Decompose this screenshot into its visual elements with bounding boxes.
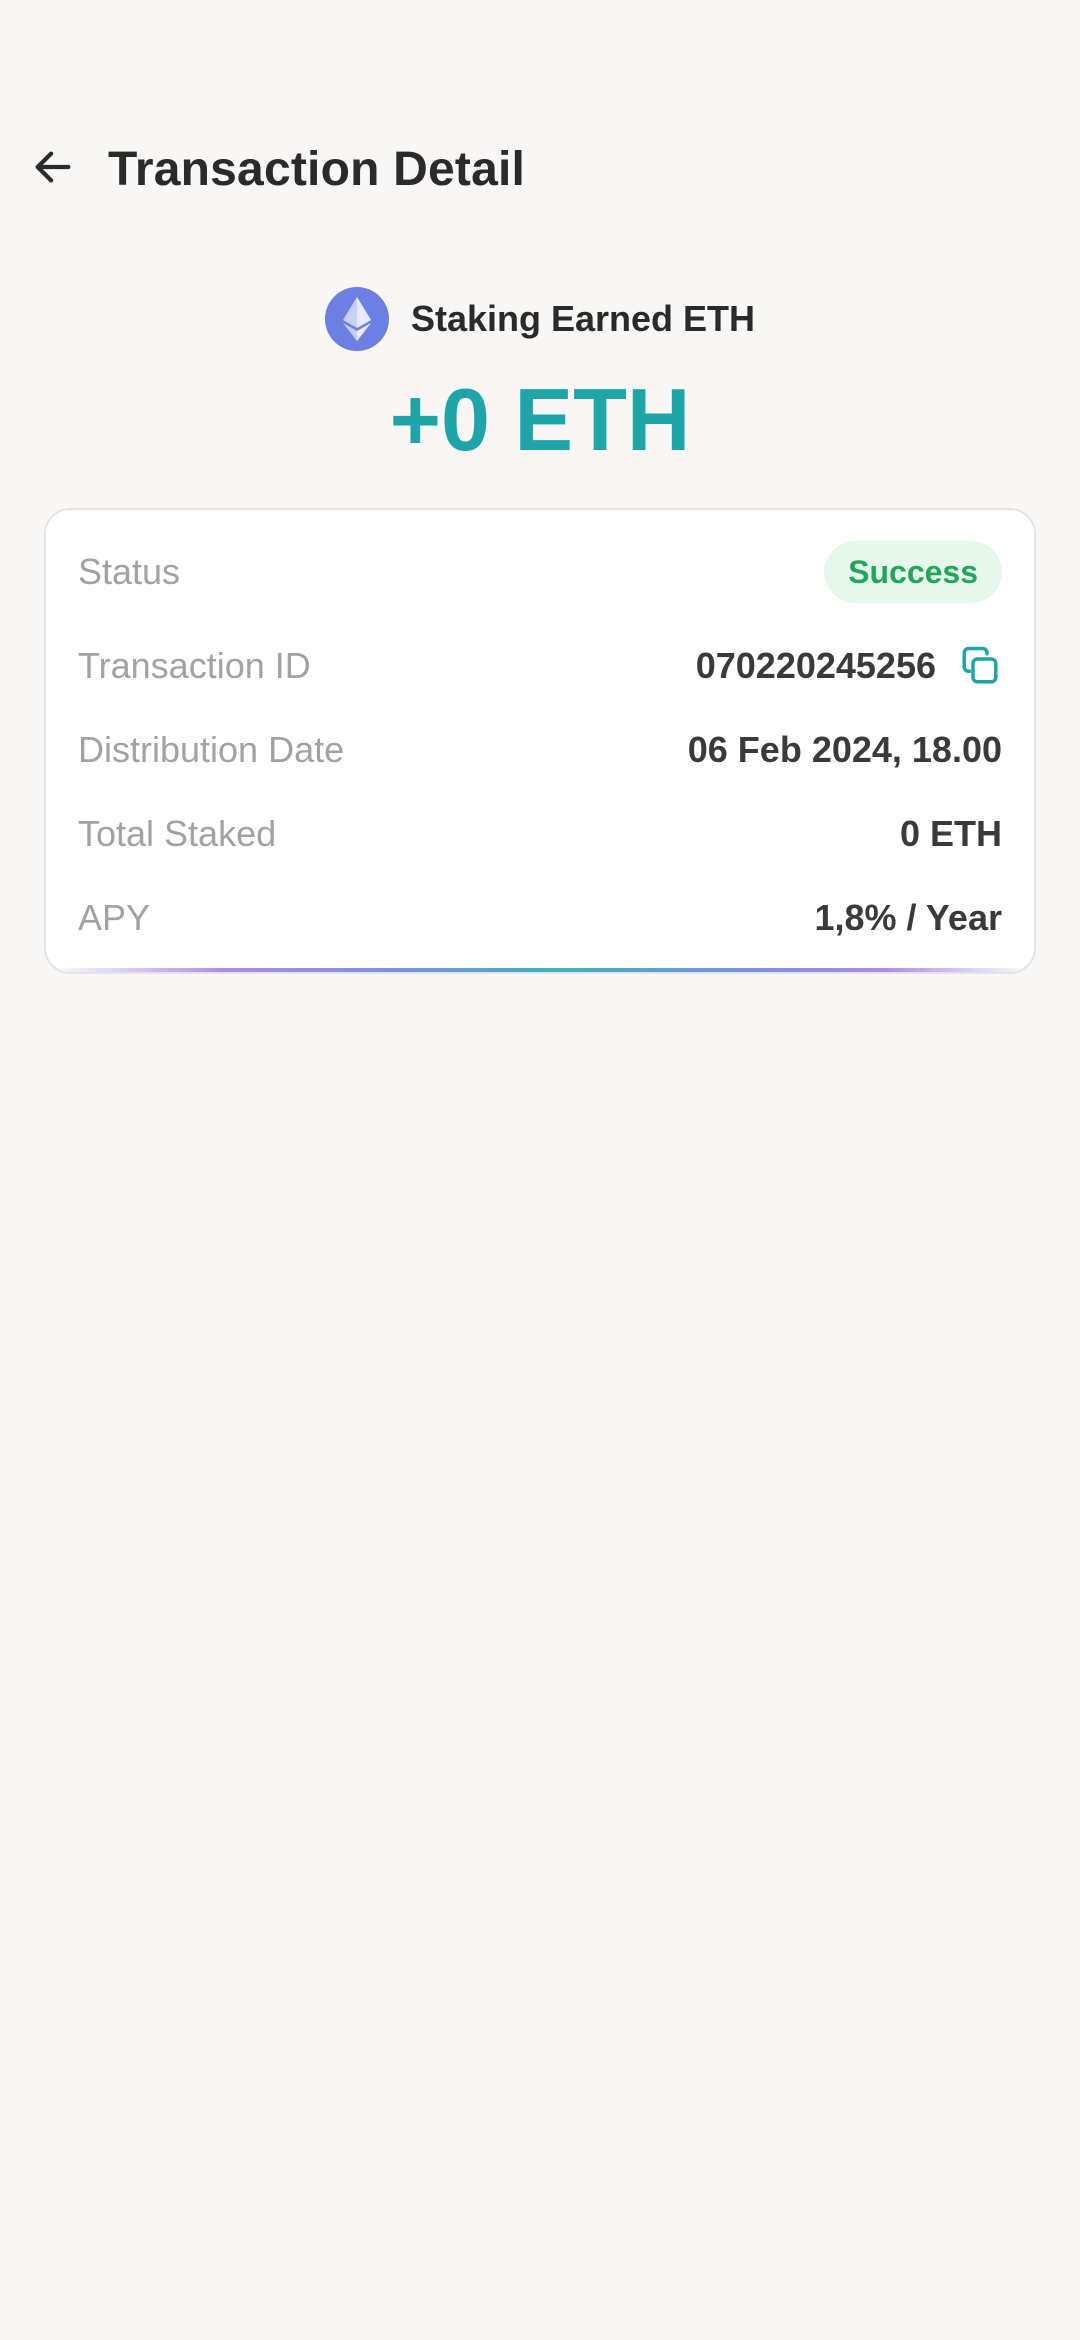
transaction-id-value-group: 070220245256 (696, 644, 1002, 688)
total-staked-row: Total Staked 0 ETH (78, 804, 1002, 864)
transaction-type-label: Staking Earned ETH (410, 298, 756, 339)
transaction-amount: +0 ETH (389, 370, 691, 469)
status-label: Status (78, 551, 181, 592)
status-badge: Success (824, 541, 1002, 603)
ethereum-icon (324, 287, 389, 351)
transaction-type: Staking Earned ETH (0, 286, 1080, 352)
distribution-date-label: Distribution Date (78, 729, 345, 770)
top-app-bar: Transaction Detail (0, 120, 1080, 224)
transaction-id-label: Transaction ID (78, 645, 311, 686)
arrow-left-icon (35, 151, 71, 183)
transaction-id-value: 070220245256 (695, 645, 936, 686)
copy-transaction-id-button[interactable] (958, 644, 1002, 688)
status-badge-text: Success (848, 553, 978, 590)
total-staked-value: 0 ETH (899, 813, 1002, 854)
card-gradient-underline (46, 968, 1034, 972)
status-row: Status Success (78, 541, 1002, 603)
distribution-date-row: Distribution Date 06 Feb 2024, 18.00 (78, 720, 1002, 780)
apy-row: APY 1,8% / Year (78, 888, 1002, 948)
transaction-details-card: Status Success Transaction ID 0702202452… (44, 508, 1036, 974)
transaction-id-row: Transaction ID 070220245256 (78, 636, 1002, 696)
apy-value: 1,8% / Year (814, 897, 1003, 938)
back-button[interactable] (28, 142, 78, 192)
total-staked-label: Total Staked (78, 813, 277, 854)
distribution-date-value: 06 Feb 2024, 18.00 (687, 729, 1002, 770)
copy-icon (962, 646, 998, 684)
apy-label: APY (78, 897, 151, 938)
page-title: Transaction Detail (108, 143, 526, 196)
